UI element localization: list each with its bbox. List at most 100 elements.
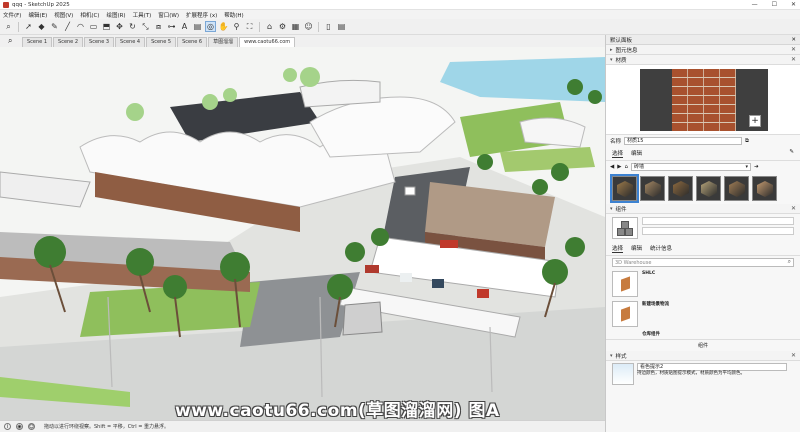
close-icon[interactable]: ✕ [791, 56, 796, 63]
close-icon[interactable]: ✕ [791, 46, 796, 53]
swatch-cube [645, 181, 661, 197]
material-library-dropdown[interactable]: 砖墙 [630, 163, 751, 171]
menu-edit[interactable]: 编辑(E) [28, 11, 47, 19]
tab-scene-8[interactable]: www.caotu66.com [239, 37, 296, 47]
search-icon[interactable]: ⌕ [3, 21, 14, 32]
menu-extensions[interactable]: 扩展程序 (x) [186, 11, 217, 19]
material-swatch[interactable] [724, 176, 749, 201]
style-description: 持边颜色，材质贴图提示模式，材质颜色为平均颜色。 [637, 371, 745, 376]
warehouse-icon[interactable]: ⌂ [264, 21, 275, 32]
menu-view[interactable]: 视图(V) [54, 11, 73, 19]
info-icon[interactable]: i [4, 423, 11, 430]
list-item[interactable]: 仓库组件 [606, 329, 800, 339]
model-viewport[interactable] [0, 47, 605, 420]
toolbar-separator [318, 21, 319, 32]
swatch-cube [701, 181, 717, 197]
geo-icon[interactable]: ◉ [16, 423, 23, 430]
close-icon[interactable]: ✕ [791, 205, 796, 212]
menu-draw[interactable]: 绘图(R) [106, 11, 125, 19]
tab-component-edit[interactable]: 编辑 [631, 244, 642, 253]
text-icon[interactable]: A [179, 21, 190, 32]
orbit-icon[interactable]: ◎ [205, 21, 216, 32]
home-icon[interactable]: ⌂ [624, 164, 628, 170]
list-item[interactable]: SHLC [606, 269, 800, 299]
rectangle-icon[interactable]: ▭ [88, 21, 99, 32]
material-name-row: 名称 材质15 ⧉ [606, 135, 800, 147]
tab-scene-6[interactable]: Scene 6 [177, 37, 208, 47]
tab-scene-7[interactable]: 草图溜溜 [208, 37, 239, 47]
components-section[interactable]: ▾ 组件 ✕ [606, 204, 800, 214]
eraser-icon[interactable]: ◆ [36, 21, 47, 32]
push-pull-icon[interactable]: ⬒ [101, 21, 112, 32]
extension-icon[interactable]: ⚙ [277, 21, 288, 32]
offset-icon[interactable]: ⧈ [153, 21, 164, 32]
pan-icon[interactable]: ✋ [218, 21, 229, 32]
materials-section[interactable]: ▾ 材质 ✕ [606, 55, 800, 65]
eyedropper-icon[interactable]: ✎ [789, 149, 794, 158]
close-icon[interactable]: ✕ [791, 352, 796, 359]
forward-icon[interactable]: ▶ [617, 164, 621, 170]
tab-component-stats[interactable]: 统计信息 [650, 244, 672, 253]
maximize-button[interactable]: ☐ [772, 0, 777, 10]
tab-material-edit[interactable]: 编辑 [631, 149, 642, 158]
document-icon[interactable]: ▤ [336, 21, 347, 32]
material-name-label: 名称 [610, 139, 622, 145]
material-swatch[interactable] [752, 176, 777, 201]
expand-icon: ▸ [610, 46, 613, 53]
tab-scene-5[interactable]: Scene 5 [146, 37, 177, 47]
tab-scene-4[interactable]: Scene 4 [115, 37, 146, 47]
component-search-input[interactable]: 3D Warehouse [612, 258, 794, 267]
layout-icon[interactable]: ▦ [290, 21, 301, 32]
style-name-field[interactable]: 看色提示2 [637, 363, 787, 371]
details-icon[interactable]: ➜ [754, 164, 759, 170]
menu-help[interactable]: 帮助(H) [224, 11, 243, 19]
material-swatch[interactable] [610, 174, 639, 203]
entity-info-section[interactable]: ▸ 图元信息 ✕ [606, 45, 800, 55]
arc-icon[interactable]: ◠ [75, 21, 86, 32]
zoom-icon[interactable]: ⚲ [231, 21, 242, 32]
material-swatch[interactable] [640, 176, 665, 201]
tape-icon[interactable]: ⊶ [166, 21, 177, 32]
menu-file[interactable]: 文件(F) [3, 11, 21, 19]
tab-component-select[interactable]: 选择 [612, 244, 624, 253]
tab-material-select[interactable]: 选择 [612, 149, 624, 158]
component-name-field[interactable] [642, 217, 794, 225]
rotate-icon[interactable]: ↻ [127, 21, 138, 32]
user-status-icon[interactable]: ☺ [28, 423, 35, 430]
select-icon[interactable]: ➚ [23, 21, 34, 32]
car [477, 289, 489, 298]
material-swatch[interactable] [696, 176, 721, 201]
scene-search-icon[interactable]: ⌕ [8, 36, 12, 46]
style-thumbnail[interactable] [612, 363, 634, 385]
tab-scene-2[interactable]: Scene 2 [53, 37, 84, 47]
menu-window[interactable]: 窗口(W) [158, 11, 179, 19]
tab-scene-3[interactable]: Scene 3 [84, 37, 115, 47]
scale-icon[interactable]: ⤡ [140, 21, 151, 32]
minimize-button[interactable]: — [752, 0, 758, 10]
material-swatch[interactable] [668, 176, 693, 201]
create-material-button[interactable]: + [749, 115, 761, 127]
move-icon[interactable]: ✥ [114, 21, 125, 32]
material-swatches [606, 173, 800, 204]
new-icon[interactable]: ▯ [323, 21, 334, 32]
swatch-cube [673, 181, 689, 197]
zoom-extents-icon[interactable]: ⛶ [244, 21, 255, 32]
styles-section[interactable]: ▾ 样式 ✕ [606, 351, 800, 361]
line-icon[interactable]: ╱ [62, 21, 73, 32]
user-icon[interactable]: ☺ [303, 21, 314, 32]
menu-camera[interactable]: 相机(C) [80, 11, 99, 19]
list-item[interactable]: 新建场景物流 [606, 299, 800, 329]
toolbar-separator [259, 21, 260, 32]
duplicate-icon[interactable]: ⧉ [745, 138, 749, 145]
pencil-icon[interactable]: ✎ [49, 21, 60, 32]
component-desc-field[interactable] [642, 227, 794, 235]
component-name: 新建场景物流 [642, 302, 669, 307]
brick-texture-swatch [672, 69, 736, 131]
close-button[interactable]: ✕ [791, 0, 796, 10]
back-icon[interactable]: ◀ [610, 164, 614, 170]
material-name-field[interactable]: 材质15 [624, 137, 743, 145]
pin-icon[interactable]: ✕ [791, 37, 796, 43]
menu-tools[interactable]: 工具(T) [133, 11, 152, 19]
paint-icon[interactable]: ▤ [192, 21, 203, 32]
tab-scene-1[interactable]: Scene 1 [22, 37, 53, 47]
